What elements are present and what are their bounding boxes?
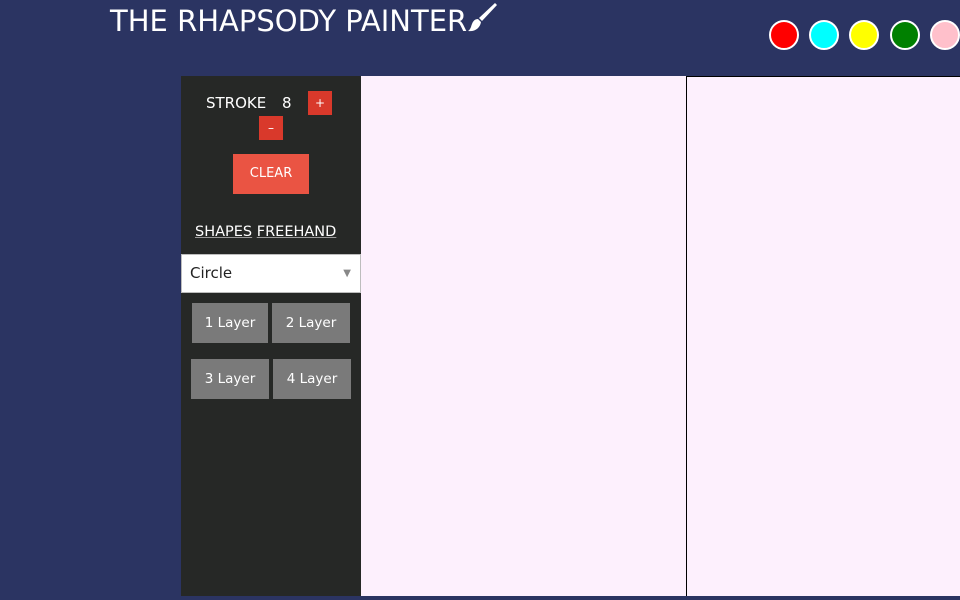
freehand-mode-link[interactable]: FREEHAND (257, 224, 337, 240)
layer-4-button[interactable]: 4 Layer (273, 359, 351, 399)
color-swatch-pink[interactable] (930, 20, 960, 50)
app-title: THE RHAPSODY PAINTER (110, 3, 499, 39)
increase-stroke-button[interactable]: + (308, 91, 332, 115)
layer-2-button[interactable]: 2 Layer (272, 303, 350, 343)
decrease-stroke-button[interactable]: – (259, 116, 283, 140)
shape-select[interactable]: Circle ▼ (181, 254, 361, 293)
color-swatch-cyan[interactable] (809, 20, 839, 50)
color-swatch-red[interactable] (769, 20, 799, 50)
stroke-value: 8 (282, 94, 292, 112)
drawing-canvas-left[interactable] (361, 76, 686, 596)
layer-1-button[interactable]: 1 Layer (192, 303, 268, 343)
color-swatch-yellow[interactable] (849, 20, 879, 50)
clear-button[interactable]: CLEAR (233, 154, 309, 194)
shapes-mode-link[interactable]: SHAPES (195, 224, 252, 240)
tool-sidebar: STROKE 8 + – CLEAR SHAPES FREEHAND Circl… (181, 76, 361, 596)
paintbrush-icon (468, 3, 498, 32)
layer-3-button[interactable]: 3 Layer (191, 359, 269, 399)
shape-select-value: Circle (190, 264, 233, 282)
drawing-canvas-right[interactable] (686, 76, 960, 596)
app-title-text: THE RHAPSODY PAINTER (110, 4, 468, 38)
chevron-down-icon: ▼ (343, 268, 351, 279)
stroke-label: STROKE (206, 94, 267, 112)
color-swatch-green[interactable] (890, 20, 920, 50)
draw-mode-links: SHAPES FREEHAND (195, 221, 355, 243)
